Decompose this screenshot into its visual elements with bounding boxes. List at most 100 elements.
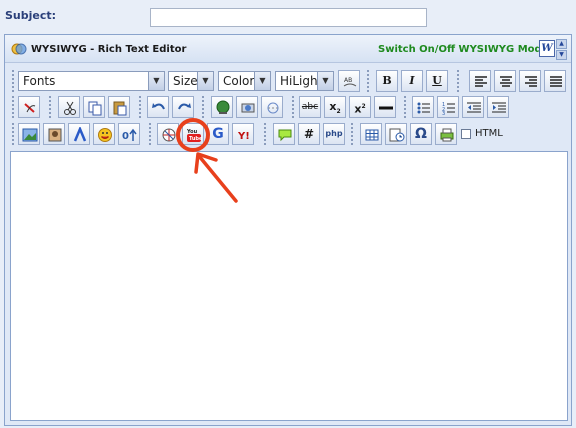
toolbar-grip — [351, 123, 354, 145]
print-button[interactable] — [435, 123, 457, 145]
youtube-button[interactable]: You Tube — [182, 123, 204, 145]
editor-content-area[interactable] — [10, 151, 568, 421]
scroll-up-icon[interactable]: ▲ — [556, 39, 567, 49]
color-select[interactable]: Color ▼ — [218, 71, 271, 91]
insert-emoticon-button[interactable] — [93, 123, 115, 145]
align-left-button[interactable] — [469, 70, 491, 92]
insert-php-button[interactable]: php — [323, 123, 345, 145]
align-center-button[interactable] — [494, 70, 516, 92]
insert-comment-button[interactable] — [273, 123, 295, 145]
redo-button[interactable] — [172, 96, 194, 118]
copy-button[interactable] — [83, 96, 105, 118]
undo-icon — [152, 103, 165, 110]
photo-icon — [48, 128, 62, 142]
chevron-down-icon: ▼ — [148, 72, 164, 90]
hilight-select[interactable]: HiLight ▼ — [275, 71, 334, 91]
cut-button[interactable] — [58, 96, 80, 118]
editor-app-icon — [11, 43, 27, 55]
speech-bubble-icon — [278, 129, 292, 142]
google-search-button[interactable]: G — [207, 123, 229, 145]
insert-file-button[interactable]: 0 — [118, 123, 140, 145]
special-char-button[interactable]: Ω — [410, 123, 432, 145]
spellcheck-icon: AB — [343, 77, 357, 87]
insert-hash-button[interactable]: # — [298, 123, 320, 145]
scissors-icon — [64, 101, 76, 115]
paste-button[interactable] — [108, 96, 130, 118]
clock-icon — [389, 128, 405, 142]
horizontal-rule-icon — [379, 106, 393, 110]
chevron-down-icon: ▼ — [317, 72, 333, 90]
titlebar-scroll[interactable]: ▲ ▼ — [556, 39, 567, 61]
toolbar-grip — [12, 123, 15, 145]
redo-icon — [178, 103, 191, 110]
superscript-index: 2 — [361, 103, 366, 110]
editor-titlebar: WYSIWYG - Rich Text Editor Switch On/Off… — [5, 35, 571, 63]
switch-wysiwyg-mode-link[interactable]: Switch On/Off WYSIWYG Mode — [378, 44, 548, 55]
toolbar-grip — [12, 70, 15, 92]
yahoo-button[interactable]: Y! — [232, 123, 254, 145]
subject-label: Subject: — [5, 9, 57, 22]
strikethrough-button[interactable]: abc — [299, 96, 321, 118]
subject-row: Subject: — [0, 0, 576, 34]
copy-icon — [88, 101, 102, 116]
align-right-button[interactable] — [519, 70, 541, 92]
toolbar-grip — [139, 96, 142, 118]
chevron-down-icon: ▼ — [254, 72, 270, 90]
italic-button[interactable]: I — [401, 70, 423, 92]
subject-input[interactable] — [150, 8, 427, 27]
size-select[interactable]: Size ▼ — [168, 71, 214, 91]
unlink-button[interactable] — [261, 96, 283, 118]
bulleted-list-button[interactable] — [412, 96, 434, 118]
rich-text-editor: WYSIWYG - Rich Text Editor Switch On/Off… — [4, 34, 572, 426]
wordart-icon — [73, 127, 87, 142]
toolbar-row-2: abc x2 x2 123 — [5, 95, 571, 123]
insert-image-button[interactable] — [18, 123, 40, 145]
html-mode-checkbox[interactable] — [461, 129, 471, 139]
insert-table-button[interactable] — [360, 123, 382, 145]
toolbar-grip — [202, 96, 205, 118]
remove-format-button[interactable] — [18, 96, 40, 118]
chevron-down-icon: ▼ — [197, 72, 213, 90]
svg-text:0: 0 — [122, 131, 129, 142]
numbered-list-icon: 123 — [442, 102, 455, 116]
toolbar-row-1: Fonts ▼ Size ▼ Color ▼ HiLight ▼ AB B I … — [5, 69, 571, 97]
align-left-icon — [475, 76, 487, 87]
paste-icon — [113, 101, 127, 116]
word-icon[interactable]: W — [539, 40, 555, 57]
justify-icon — [550, 76, 562, 87]
insert-photo-button[interactable] — [43, 123, 65, 145]
insert-flash-button[interactable] — [157, 123, 179, 145]
spellcheck-button[interactable]: AB — [338, 70, 360, 92]
bulleted-list-icon — [417, 102, 430, 114]
outdent-button[interactable] — [462, 96, 484, 118]
indent-button[interactable] — [487, 96, 509, 118]
align-center-icon — [500, 76, 512, 87]
superscript-button[interactable]: x2 — [349, 96, 371, 118]
insert-datetime-button[interactable] — [385, 123, 407, 145]
toolbar-grip — [292, 96, 295, 118]
svg-text:AB: AB — [344, 77, 352, 84]
justify-button[interactable] — [544, 70, 566, 92]
youtube-tube-mark: Tube — [189, 136, 202, 142]
toolbar-grip — [367, 70, 370, 92]
unlink-icon — [267, 102, 279, 114]
youtube-icon: YouTube — [186, 129, 202, 142]
scroll-down-icon[interactable]: ▼ — [556, 50, 567, 60]
insert-anchor-button[interactable] — [236, 96, 258, 118]
horizontal-rule-button[interactable] — [374, 96, 396, 118]
numbered-list-button[interactable]: 123 — [437, 96, 459, 118]
font-select[interactable]: Fonts ▼ — [18, 71, 165, 91]
insert-wordart-button[interactable] — [68, 123, 90, 145]
yahoo-icon: Y! — [237, 131, 250, 142]
toolbar-grip — [12, 96, 15, 118]
bold-button[interactable]: B — [376, 70, 398, 92]
anchor-icon — [241, 103, 255, 113]
color-select-value: Color — [223, 74, 255, 88]
undo-button[interactable] — [147, 96, 169, 118]
underline-button[interactable]: U — [426, 70, 448, 92]
smiley-icon — [98, 128, 112, 142]
insert-link-button[interactable] — [211, 96, 233, 118]
toolbar-grip — [149, 123, 152, 145]
toolbar-grip — [457, 70, 460, 92]
subscript-button[interactable]: x2 — [324, 96, 346, 118]
